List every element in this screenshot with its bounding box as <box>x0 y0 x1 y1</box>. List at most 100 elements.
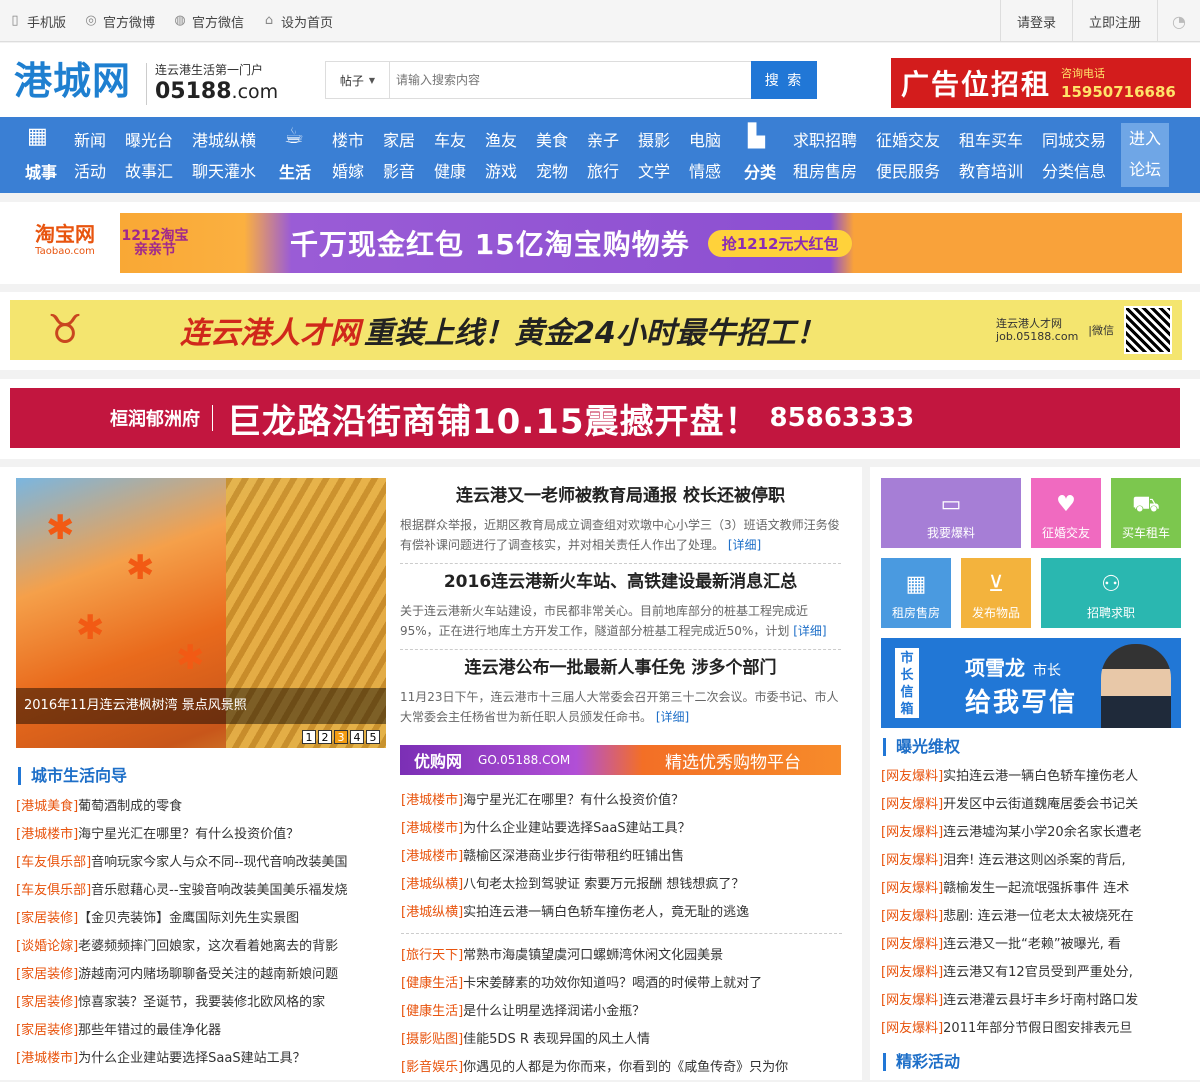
list-item[interactable]: [网友爆料]连云港墟沟某小学20余名家长遭老 <box>881 819 1181 847</box>
nav-item[interactable]: 美食 <box>536 131 568 151</box>
list-item[interactable]: [家居装修]那些年错过的最佳净化器 <box>16 1017 386 1045</box>
slider-page[interactable]: 1 <box>302 730 316 744</box>
nav-item[interactable]: 征婚交友 <box>876 131 940 151</box>
shop-banner[interactable]: 桓润郁洲府 巨龙路沿街商铺10.15震撼开盘！ 85863333 <box>10 388 1180 448</box>
list-item[interactable]: [谈婚论嫁]老婆频频摔门回娘家，这次看着她离去的背影 <box>16 933 386 961</box>
nav-item[interactable]: 便民服务 <box>876 162 940 182</box>
wechat-link[interactable]: ◍ 官方微信 <box>173 12 244 31</box>
nav-item[interactable]: 游戏 <box>485 162 517 182</box>
nav-item[interactable]: 同城交易 <box>1042 131 1106 151</box>
list-item[interactable]: [港城楼市]海宁星光汇在哪里？有什么投资价值？ <box>401 787 842 815</box>
nav-item[interactable]: 影音 <box>383 162 415 182</box>
list-item[interactable]: [网友爆料]实拍连云港一辆白色轿车撞伤老人 <box>881 763 1181 791</box>
nav-item[interactable]: 渔友 <box>485 131 517 151</box>
list-item[interactable]: [家居装修]游越南河内赌场聊聊备受关注的越南新娘问题 <box>16 961 386 989</box>
nav-item[interactable]: 租车买车 <box>959 131 1023 151</box>
search-input[interactable] <box>390 62 751 98</box>
nav-item[interactable]: 求职招聘 <box>793 131 857 151</box>
list-item[interactable]: [港城楼市]海宁星光汇在哪里？有什么投资价值？ <box>16 821 386 849</box>
list-item[interactable]: [旅行天下]常熟市海虞镇望虞河口螺蛳湾休闲文化园美景 <box>401 942 842 970</box>
talent-banner[interactable]: ♉ 连云港人才网 重装上线！黄金24小时最牛招工！ 连云港人才网 job.0518… <box>10 300 1182 360</box>
set-homepage-link[interactable]: ⌂ 设为首页 <box>262 12 333 31</box>
list-item[interactable]: [港城楼市]赣榆区深港商业步行街带租约旺铺出售 <box>401 843 842 871</box>
list-item[interactable]: [港城楼市]为什么企业建站要选择SaaS建站工具？ <box>401 815 842 843</box>
list-item[interactable]: [摄影贴图]佳能5DS R 表现异国的风土人情 <box>401 1026 842 1054</box>
nav-item[interactable]: 分类信息 <box>1042 162 1106 182</box>
slider-page[interactable]: 2 <box>318 730 332 744</box>
nav-item[interactable]: 楼市 <box>332 131 364 151</box>
nav-item[interactable]: 港城纵横 <box>192 131 256 151</box>
details-link[interactable]: [详细] <box>656 710 689 724</box>
nav-item[interactable]: 新闻 <box>74 131 106 151</box>
list-item[interactable]: [网友爆料]泪奔! 连云港这则凶杀案的背后, <box>881 847 1181 875</box>
list-item[interactable]: [网友爆料]连云港又有12官员受到严重处分, <box>881 959 1181 987</box>
tile-housing[interactable]: ▦ 租房售房 <box>881 558 951 628</box>
mobile-link[interactable]: ▯ 手机版 <box>8 12 66 31</box>
nav-item[interactable]: 车友 <box>434 131 466 151</box>
list-item[interactable]: [港城楼市]为什么企业建站要选择SaaS建站工具？ <box>16 1045 386 1073</box>
nav-category-life[interactable]: 生活 <box>279 163 311 183</box>
tile-jobs[interactable]: ⚇ 招聘求职 <box>1041 558 1181 628</box>
nav-category-classified[interactable]: 分类 <box>744 163 776 183</box>
nav-item[interactable]: 家居 <box>383 131 415 151</box>
slider-page-active[interactable]: 3 <box>334 730 348 744</box>
slider-page[interactable]: 5 <box>366 730 380 744</box>
list-item[interactable]: [网友爆料]开发区中云街道魏庵居委会书记关 <box>881 791 1181 819</box>
tile-post-item[interactable]: ⊻ 发布物品 <box>961 558 1031 628</box>
tile-car[interactable]: ⛟ 买车租车 <box>1111 478 1181 548</box>
nav-item[interactable]: 情感 <box>689 162 721 182</box>
list-item[interactable]: [车友俱乐部]音响玩家今家人与众不同--现代音响改装美国 <box>16 849 386 877</box>
list-item[interactable]: [港城纵横]实拍连云港一辆白色轿车撞伤老人，竟无耻的逃逸 <box>401 899 842 927</box>
list-item[interactable]: [健康生活]是什么让明星选择润诺小金瓶？ <box>401 998 842 1026</box>
headline-title[interactable]: 2016连云港新火车站、高铁建设最新消息汇总 <box>400 571 841 593</box>
nav-item[interactable]: 活动 <box>74 162 106 182</box>
nav-item[interactable]: 婚嫁 <box>332 162 364 182</box>
list-item[interactable]: [网友爆料]2011年部分节假日图安排表元旦 <box>881 1015 1181 1043</box>
image-slider[interactable]: ✱ ✱ ✱ ✱ 2016年11月连云港枫树湾 景点风景照 1 2 3 4 5 <box>16 478 386 748</box>
headline-title[interactable]: 连云港公布一批最新人事任免 涉多个部门 <box>400 657 841 679</box>
slider-page[interactable]: 4 <box>350 730 364 744</box>
nav-item[interactable]: 电脑 <box>689 131 721 151</box>
list-item[interactable]: [家居装修]【金贝壳装饰】金鹰国际刘先生实景图 <box>16 905 386 933</box>
nav-item[interactable]: 宠物 <box>536 162 568 182</box>
list-item[interactable]: [网友爆料]赣榆发生一起流氓强拆事件 连术 <box>881 875 1181 903</box>
nav-category-city[interactable]: 城事 <box>25 163 57 183</box>
taobao-banner[interactable]: 淘宝网 Taobao.com 1212淘宝亲亲节 千万现金红包 15亿淘宝购物券 … <box>10 213 1182 273</box>
nav-item[interactable]: 摄影 <box>638 131 670 151</box>
details-link[interactable]: [详细] <box>728 538 761 552</box>
weibo-link[interactable]: ◎ 官方微博 <box>84 12 155 31</box>
search-button[interactable]: 搜 索 <box>751 61 817 99</box>
register-link[interactable]: 立即注册 <box>1072 0 1157 42</box>
header-ad-banner[interactable]: 广告位招租 咨询电话 15950716686 <box>891 58 1191 108</box>
list-item[interactable]: [网友爆料]悲剧: 连云港一位老太太被烧死在 <box>881 903 1181 931</box>
list-item[interactable]: [港城纵横]八旬老太捡到驾驶证 索要万元报酬 想钱想疯了？ <box>401 871 842 899</box>
rss-icon[interactable]: ◔ <box>1157 0 1200 42</box>
list-item[interactable]: [车友俱乐部]音乐慰藉心灵--宝骏音响改装美国美乐福发烧 <box>16 877 386 905</box>
list-item[interactable]: [影音娱乐]你遇见的人都是为你而来，你看到的《咸鱼传奇》只为你 <box>401 1054 842 1082</box>
list-item[interactable]: [网友爆料]连云港又一批“老赖”被曝光, 看 <box>881 931 1181 959</box>
nav-item[interactable]: 亲子 <box>587 131 619 151</box>
nav-item[interactable]: 文学 <box>638 162 670 182</box>
shopping-bar[interactable]: 优购网 GO.05188.COM 精选优秀购物平台 <box>400 745 841 775</box>
search-type-select[interactable]: 帖子 ▼ <box>326 62 390 98</box>
mayor-mailbox-banner[interactable]: 市长信箱 项雪龙 市长 给我写信 <box>881 638 1181 728</box>
tile-dating[interactable]: ♥ 征婚交友 <box>1031 478 1101 548</box>
nav-item[interactable]: 租房售房 <box>793 162 857 182</box>
heart-icon: ♥ <box>1056 492 1076 517</box>
list-item[interactable]: [健康生活]卡宋姜酵素的功效你知道吗？喝酒的时候带上就对了 <box>401 970 842 998</box>
list-item[interactable]: [港城美食]葡萄酒制成的零食 <box>16 793 386 821</box>
nav-item[interactable]: 曝光台 <box>125 131 173 151</box>
login-link[interactable]: 请登录 <box>1000 0 1072 42</box>
nav-item[interactable]: 健康 <box>434 162 466 182</box>
tile-report[interactable]: ▭ 我要爆料 <box>881 478 1021 548</box>
nav-item[interactable]: 教育培训 <box>959 162 1023 182</box>
site-logo[interactable]: 港城网 <box>14 61 131 101</box>
details-link[interactable]: [详细] <box>793 624 826 638</box>
list-item[interactable]: [网友爆料]连云港灌云县圩丰乡圩南村路口发 <box>881 987 1181 1015</box>
nav-item[interactable]: 聊天灌水 <box>192 162 256 182</box>
nav-item[interactable]: 故事汇 <box>125 162 173 182</box>
nav-item[interactable]: 旅行 <box>587 162 619 182</box>
enter-forum-button[interactable]: 进入 论坛 <box>1121 123 1169 187</box>
list-item[interactable]: [家居装修]惊喜家装？圣诞节，我要装修北欧风格的家 <box>16 989 386 1017</box>
headline-title[interactable]: 连云港又一老师被教育局通报 校长还被停职 <box>400 485 841 507</box>
